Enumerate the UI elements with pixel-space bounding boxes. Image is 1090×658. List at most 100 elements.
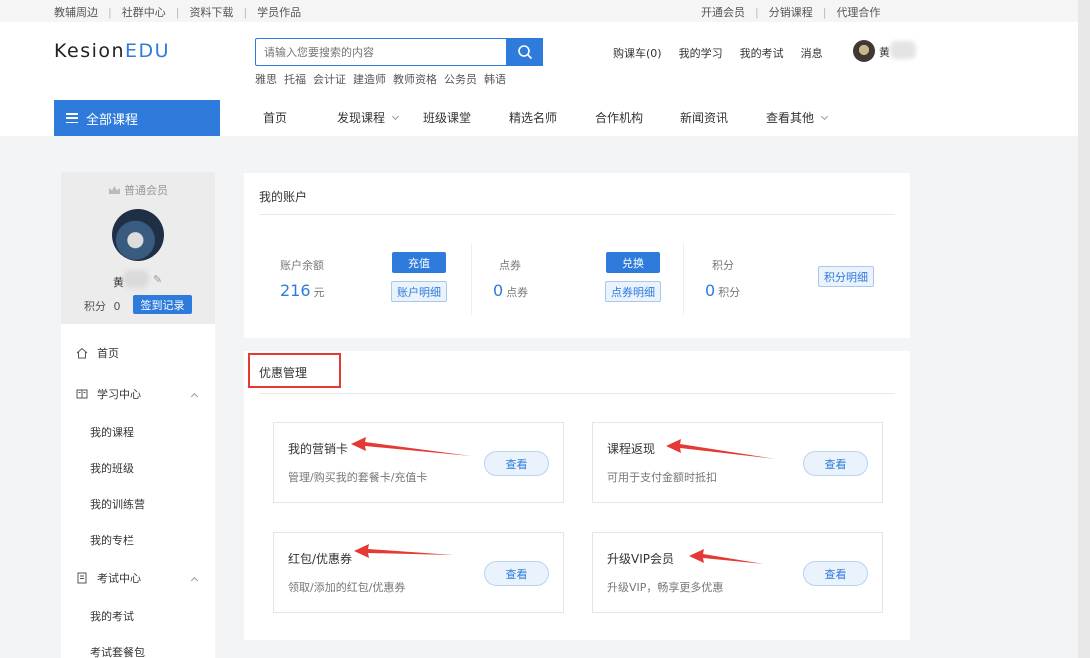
balance-value: 216 <box>280 281 311 300</box>
annotation-arrow-icon <box>666 439 776 459</box>
coupon-detail-button[interactable]: 点券明细 <box>605 281 661 302</box>
promo-item-desc: 升级VIP，畅享更多优惠 <box>607 581 724 594</box>
divider <box>259 393 895 394</box>
sign-in-records-button[interactable]: 签到记录 <box>133 295 192 314</box>
nav-home[interactable]: 首页 <box>263 109 287 126</box>
link-distribution[interactable]: 分销课程 <box>769 6 813 19</box>
link-teaching-aids[interactable]: 教辅周边 <box>54 6 98 19</box>
promo-item-desc: 管理/购买我的套餐卡/充值卡 <box>288 471 428 484</box>
messages-link[interactable]: 消息 <box>801 47 823 60</box>
promo-item-marketing-card: 我的营销卡 管理/购买我的套餐卡/充值卡 查看 <box>273 422 564 503</box>
annotation-arrow-icon <box>689 549 764 564</box>
promo-item-title: 红包/优惠券 <box>288 552 353 566</box>
divider: | <box>108 6 112 19</box>
balance-unit: 元 <box>313 286 325 299</box>
nav-teachers[interactable]: 精选名师 <box>509 109 557 126</box>
hot-tag[interactable]: 公务员 <box>444 73 477 86</box>
logo-accent-text: EDU <box>125 40 171 62</box>
hot-search-tags: 雅思 托福 会计证 建造师 教师资格 公务员 韩语 <box>255 71 513 87</box>
link-community[interactable]: 社群中心 <box>122 6 166 19</box>
balance-label: 账户余额 <box>280 259 324 272</box>
my-learning-link[interactable]: 我的学习 <box>679 47 723 60</box>
edit-icon[interactable]: ✎ <box>153 273 162 286</box>
site-logo[interactable]: KesionEDU <box>54 40 170 62</box>
sidebar-item-home[interactable]: 首页 <box>76 345 119 361</box>
sidebar-item-my-columns[interactable]: 我的专栏 <box>90 532 134 548</box>
menu-icon <box>66 113 78 123</box>
divider: | <box>175 6 180 19</box>
link-student-works[interactable]: 学员作品 <box>257 6 301 19</box>
profile-avatar[interactable] <box>112 209 164 261</box>
score-unit: 积分 <box>718 286 741 299</box>
hot-tag[interactable]: 雅思 <box>255 73 277 86</box>
nav-discover[interactable]: 发现课程 <box>337 109 400 126</box>
top-links-right: 开通会员 | 分销课程 | 代理合作 <box>701 4 880 20</box>
annotation-arrow-icon <box>351 437 471 456</box>
promotions-title: 优惠管理 <box>259 366 308 380</box>
promo-item-title: 课程返现 <box>607 442 656 456</box>
sidebar-item-my-classes[interactable]: 我的班级 <box>90 460 134 476</box>
chevron-up-icon[interactable] <box>190 576 199 585</box>
divider <box>683 243 684 315</box>
header-avatar[interactable] <box>853 40 875 62</box>
all-courses-button[interactable]: 全部课程 <box>54 100 220 136</box>
view-button[interactable]: 查看 <box>484 451 549 476</box>
divider: | <box>243 6 248 19</box>
cart-link[interactable]: 购课车(0) <box>613 47 662 60</box>
divider <box>471 243 472 315</box>
score-detail-button[interactable]: 积分明细 <box>818 266 874 287</box>
recharge-button[interactable]: 充值 <box>392 252 446 273</box>
hot-tag[interactable]: 建造师 <box>353 73 386 86</box>
exchange-button[interactable]: 兑换 <box>606 252 660 273</box>
user-nav: 购课车(0) 我的学习 我的考试 消息 <box>613 45 840 61</box>
divider <box>259 214 895 215</box>
search-input[interactable] <box>256 39 506 65</box>
nav-partners[interactable]: 合作机构 <box>595 109 643 126</box>
view-button[interactable]: 查看 <box>803 561 868 586</box>
my-exams-link[interactable]: 我的考试 <box>740 47 784 60</box>
nav-more-label: 查看其他 <box>766 111 815 125</box>
search-button[interactable] <box>506 38 543 66</box>
nav-more[interactable]: 查看其他 <box>766 109 829 126</box>
hot-tag[interactable]: 韩语 <box>484 73 506 86</box>
view-button[interactable]: 查看 <box>484 561 549 586</box>
link-downloads[interactable]: 资料下载 <box>189 6 233 19</box>
score-label: 积分 <box>712 259 734 272</box>
chevron-down-icon <box>391 112 400 121</box>
coupon-label: 点券 <box>499 259 521 272</box>
hot-tag[interactable]: 托福 <box>284 73 306 86</box>
divider: | <box>822 6 827 19</box>
promo-item-title: 升级VIP会员 <box>607 552 674 566</box>
profile-name-blur <box>123 270 149 288</box>
score-amount: 0 积分 <box>705 281 740 300</box>
chevron-up-icon[interactable] <box>190 392 199 401</box>
sidebar-item-exam-center[interactable]: 考试中心 <box>76 570 141 586</box>
sidebar-item-my-exams[interactable]: 我的考试 <box>90 608 134 624</box>
member-level-label: 普通会员 <box>124 184 168 197</box>
sidebar-item-my-courses[interactable]: 我的课程 <box>90 424 134 440</box>
hot-tag[interactable]: 会计证 <box>313 73 346 86</box>
account-detail-button[interactable]: 账户明细 <box>391 281 447 302</box>
view-button[interactable]: 查看 <box>803 451 868 476</box>
page-scrollbar[interactable] <box>1078 0 1090 658</box>
sidebar-item-study-center[interactable]: 学习中心 <box>76 386 141 402</box>
coupon-unit: 点券 <box>506 286 529 299</box>
sidebar-item-my-camps[interactable]: 我的训练营 <box>90 496 145 512</box>
promo-item-vip-upgrade: 升级VIP会员 升级VIP，畅享更多优惠 查看 <box>592 532 883 613</box>
link-agency[interactable]: 代理合作 <box>836 6 880 19</box>
header-username[interactable]: 黄 <box>879 44 890 60</box>
nav-classes[interactable]: 班级课堂 <box>423 109 471 126</box>
coupon-amount: 0 点券 <box>493 281 528 300</box>
coupon-value: 0 <box>493 281 504 300</box>
link-open-membership[interactable]: 开通会员 <box>701 6 745 19</box>
member-level: 普通会员 <box>61 182 215 198</box>
hot-tag[interactable]: 教师资格 <box>393 73 437 86</box>
sidebar-item-label: 考试中心 <box>97 572 141 585</box>
nav-news[interactable]: 新闻资讯 <box>680 109 728 126</box>
top-links-left: 教辅周边 | 社群中心 | 资料下载 | 学员作品 <box>54 4 301 20</box>
search-icon <box>517 45 532 60</box>
sidebar-item-exam-packages[interactable]: 考试套餐包 <box>90 644 145 658</box>
points-value: 0 <box>113 300 121 313</box>
username-blur <box>890 41 916 59</box>
balance-amount: 216 元 <box>280 281 325 300</box>
